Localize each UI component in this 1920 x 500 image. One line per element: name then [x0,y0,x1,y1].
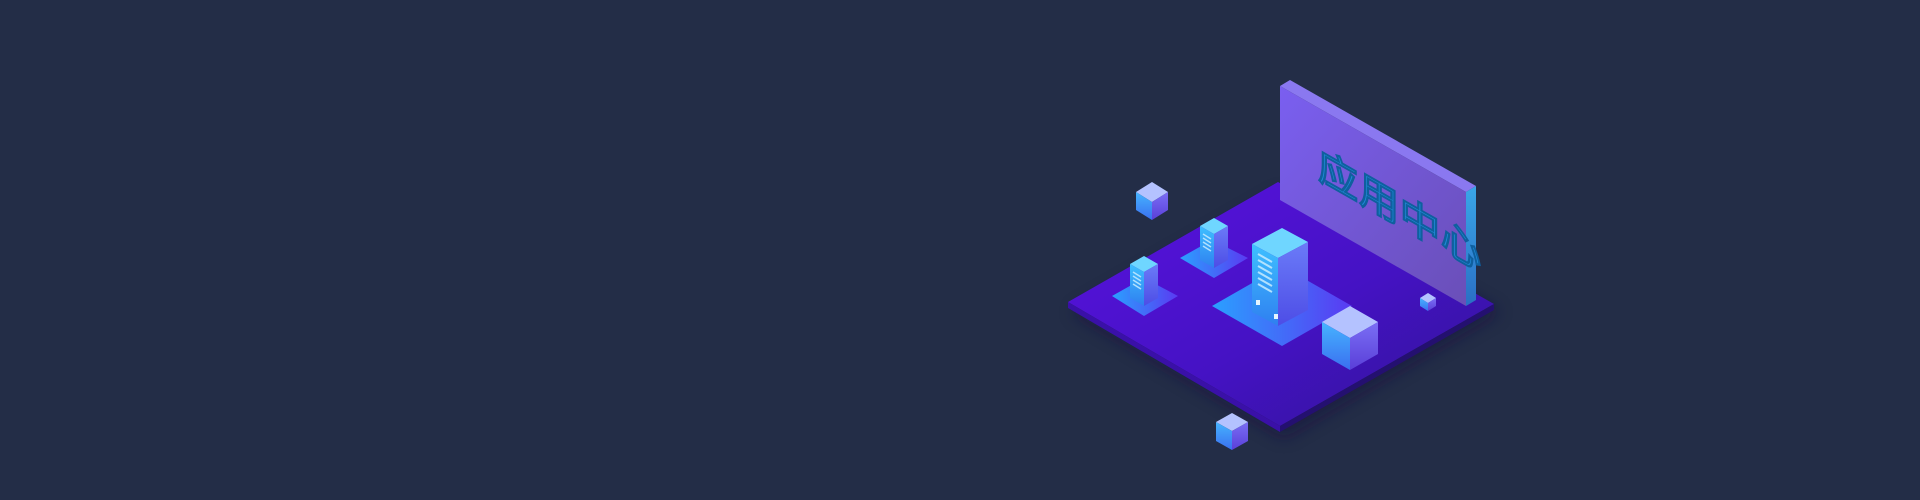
banner-stage: 应用中心 [0,0,1920,500]
isometric-app-center-illustration: 应用中心 [1068,80,1500,450]
floating-cube-icon-top-left [1136,182,1168,220]
server-tower-icon-small-left [1130,256,1158,306]
server-tower-icon-small-right [1200,218,1228,268]
floating-cube-icon-bottom [1216,413,1248,450]
server-tower-icon [1252,228,1308,326]
